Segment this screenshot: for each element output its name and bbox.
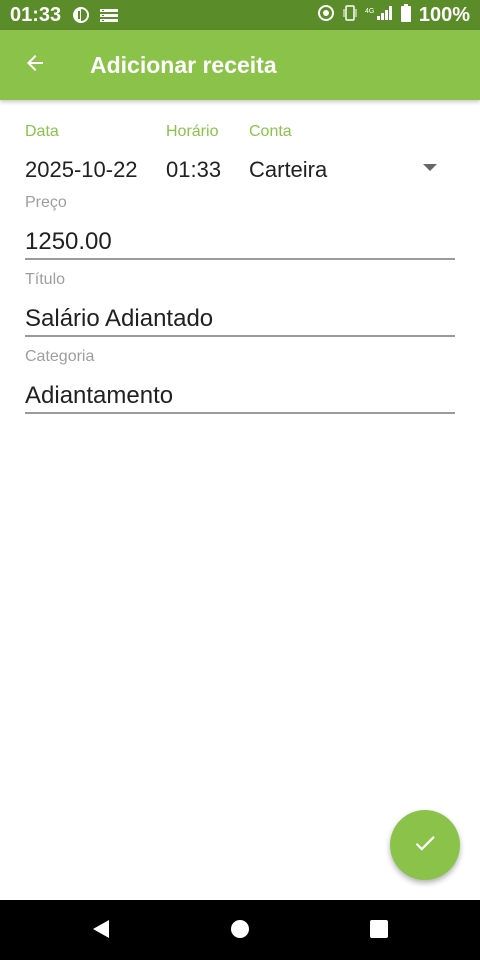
battery-icon xyxy=(400,4,411,27)
nav-back-button[interactable] xyxy=(88,918,114,944)
check-icon xyxy=(412,830,438,861)
data-saver-icon xyxy=(72,6,90,29)
notification-list-icon xyxy=(100,8,118,27)
battery-percent: 100% xyxy=(418,4,470,26)
status-right: 4G 100% xyxy=(317,4,470,27)
sync-icon xyxy=(317,4,335,27)
status-time: 01:33 xyxy=(10,4,62,26)
back-triangle-icon xyxy=(90,918,112,945)
time-field[interactable]: 01:33 xyxy=(166,157,221,183)
recents-square-icon xyxy=(368,918,390,945)
signal-4g-icon: 4G xyxy=(365,5,393,26)
title-label: Título xyxy=(25,271,66,288)
price-label: Preço xyxy=(25,194,67,211)
date-field[interactable]: 2025-10-22 xyxy=(25,157,138,183)
category-label: Categoria xyxy=(25,348,95,365)
title-underline xyxy=(25,335,455,337)
price-input[interactable]: 1250.00 xyxy=(25,228,112,256)
vibrate-icon xyxy=(343,4,357,27)
time-label: Horário xyxy=(166,123,219,140)
page-title: Adicionar receita xyxy=(90,52,277,78)
price-underline xyxy=(25,258,455,260)
account-label: Conta xyxy=(249,123,292,140)
system-nav-bar xyxy=(0,900,480,960)
home-circle-icon xyxy=(229,918,251,945)
title-input[interactable]: Salário Adiantado xyxy=(25,305,213,333)
back-button[interactable] xyxy=(18,48,52,82)
category-input[interactable]: Adiantamento xyxy=(25,382,173,410)
arrow-left-icon xyxy=(23,51,47,80)
status-left-icons xyxy=(72,6,118,29)
save-fab-button[interactable] xyxy=(390,810,460,880)
account-selected-value: Carteira xyxy=(249,157,328,182)
add-income-screen: 01:33 4G 100% Adicionar receita Data Hor… xyxy=(0,0,480,960)
svg-text:4G: 4G xyxy=(365,8,374,15)
dropdown-arrow-icon xyxy=(423,164,437,171)
date-label: Data xyxy=(25,123,59,140)
nav-recents-button[interactable] xyxy=(366,918,392,944)
status-bar: 01:33 4G 100% xyxy=(0,0,480,30)
category-underline xyxy=(25,412,455,414)
app-bar: Adicionar receita xyxy=(0,30,480,100)
nav-home-button[interactable] xyxy=(227,918,253,944)
